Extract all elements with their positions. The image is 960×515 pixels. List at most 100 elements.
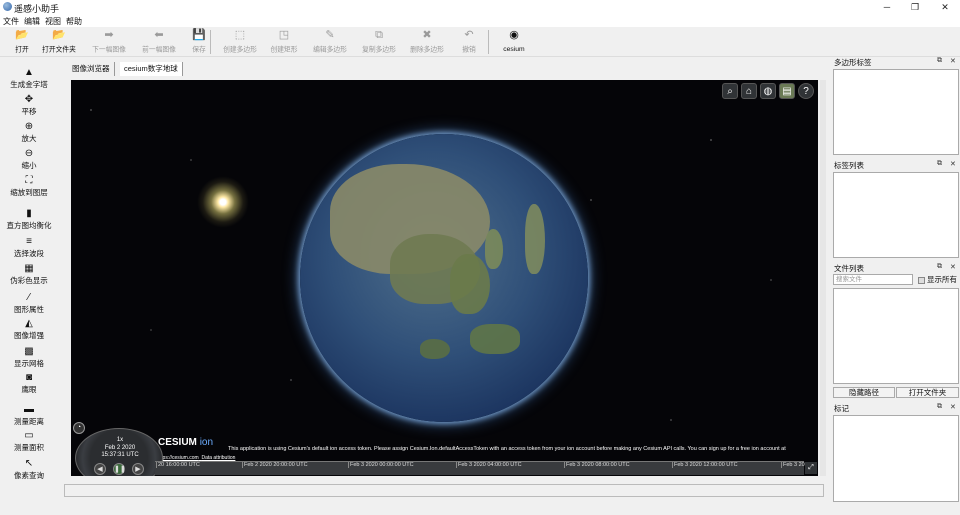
checkbox-icon[interactable] (918, 276, 925, 284)
close-icon[interactable]: ✕ (950, 160, 956, 168)
toolbar: 📂 打开 📂 打开文件夹 ➡ 下一幅图像 ⬅ 前一幅图像 💾 保存 ⬚ 创建多边形 ◳ 创建矩形 ✎ 编辑多边… (0, 27, 960, 57)
toolbar-delete-polygon-button[interactable]: ✖ 删除多边形 (405, 27, 449, 57)
float-icon[interactable]: ⧉ (937, 263, 942, 271)
measure-distance-icon: ▬ (24, 404, 34, 415)
zoom-in-icon: ⊕ (24, 121, 34, 132)
close-icon[interactable]: ✕ (950, 403, 956, 411)
animation-time: 15:37:31 UTC (101, 452, 139, 458)
tool-enhance[interactable]: ◭ 图像增强 (0, 318, 58, 342)
pan-icon: ✥ (24, 94, 34, 105)
ion-token-notice: This application is using Cesium's defau… (228, 446, 786, 452)
polygon-icon: ⬚ (234, 29, 246, 41)
toolbar-edit-polygon-button[interactable]: ✎ 编辑多边形 (308, 27, 352, 57)
timeline-tick: Feb 3 20 (781, 462, 805, 468)
open-folder-button[interactable]: 打开文件夹 (896, 387, 959, 398)
close-icon[interactable]: ✕ (950, 263, 956, 271)
menu-view[interactable]: 视图 (45, 16, 61, 27)
panel-polygon-labels: 多边形标签 ⧉ ✕ (832, 57, 960, 157)
toolbar-rectangle-button[interactable]: ◳ 创建矩形 (262, 27, 306, 57)
menu-edit[interactable]: 编辑 (24, 16, 40, 27)
tool-eagle-eye[interactable]: ◙ 鹰眼 (0, 372, 58, 396)
tool-label: 测量距离 (14, 417, 44, 426)
timeline-tick: 20 16:00:00 UTC (156, 462, 200, 468)
copy-polygon-icon: ⧉ (375, 29, 383, 41)
cesium-icon: ◉ (509, 29, 519, 41)
play-reverse-icon[interactable]: ◀ (94, 463, 106, 475)
close-button[interactable]: ✕ (930, 0, 960, 15)
toolbar-cesium-button[interactable]: ◉ cesium (492, 27, 536, 57)
tab-image-browser[interactable]: 图像浏览器 (68, 62, 115, 76)
left-toolbox: ▲ 生成金字塔 ✥ 平移 ⊕ 放大 ⊖ 缩小 ⛶ 缩放到图层 ▮ 直方图均衡化 ≡ 选择波段 ▦ 伪彩色显示 ⁄… (0, 62, 58, 492)
minimize-button[interactable]: ─ (872, 0, 902, 15)
viewer-scrollbar[interactable] (820, 80, 826, 476)
animation-datetime: Feb 2 2020 15:37:31 UTC (76, 445, 164, 459)
float-icon[interactable]: ⧉ (937, 160, 942, 168)
toolbar-button-label: 保存 (192, 45, 206, 54)
delete-polygon-icon: ✖ (422, 29, 432, 41)
tool-measure-area[interactable]: ▭ 测量面积 (0, 430, 58, 454)
toolbar-separator (488, 30, 489, 54)
tool-histogram[interactable]: ▮ 直方图均衡化 (0, 208, 58, 232)
tool-grid[interactable]: ▩ 显示网格 (0, 346, 58, 370)
close-icon[interactable]: ✕ (950, 57, 956, 65)
fullscreen-icon[interactable]: ⤢ (805, 462, 817, 474)
layers-icon[interactable]: ▤ (779, 83, 795, 99)
toolbar-button-label: 创建多边形 (223, 45, 257, 54)
sun (197, 176, 249, 228)
tool-measure-distance[interactable]: ▬ 测量距离 (0, 404, 58, 428)
hide-path-button[interactable]: 隐藏路径 (833, 387, 895, 398)
show-all-label: 显示所有 (927, 275, 957, 284)
cesium-viewer[interactable]: ⌕ ⌂ ◍ ▤ ? CESIUM ion This application is… (71, 80, 818, 476)
cesium-ion-logo[interactable]: CESIUM ion (158, 437, 213, 448)
globe[interactable] (300, 134, 588, 422)
float-icon[interactable]: ⧉ (937, 403, 942, 411)
ion-logo-suffix: ion (199, 437, 214, 448)
tool-pan[interactable]: ✥ 平移 (0, 94, 58, 118)
label-list[interactable] (833, 172, 959, 258)
float-icon[interactable]: ⧉ (937, 57, 942, 65)
play-forward-icon[interactable]: ▶ (132, 463, 144, 475)
tool-zoom-in[interactable]: ⊕ 放大 (0, 121, 58, 145)
tool-zoom-layer[interactable]: ⛶ 缩放到图层 (0, 175, 58, 199)
tab-bar: 图像浏览器 cesium数字地球 (66, 62, 826, 76)
file-list[interactable] (833, 288, 959, 384)
menu-file[interactable]: 文件 (3, 16, 19, 27)
search-icon[interactable]: ⌕ (722, 83, 738, 99)
tool-band[interactable]: ≡ 选择波段 (0, 236, 58, 260)
panel-label-list: 标签列表 ⧉ ✕ (832, 160, 960, 260)
toolbar-undo-button[interactable]: ↶ 撤销 (447, 27, 491, 57)
toolbar-save-button[interactable]: 💾 保存 (177, 27, 221, 57)
timeline-tick: Feb 3 2020 00:00:00 UTC (348, 462, 414, 468)
tool-pseudocolor[interactable]: ▦ 伪彩色显示 (0, 263, 58, 287)
tool-pyramid[interactable]: ▲ 生成金字塔 (0, 67, 58, 91)
polygon-label-list[interactable] (833, 69, 959, 155)
animation-date: Feb 2 2020 (104, 445, 136, 451)
timeline-tick: Feb 3 2020 04:00:00 UTC (456, 462, 522, 468)
clock-icon[interactable]: ◔ (73, 422, 85, 434)
band-icon: ≡ (26, 236, 32, 247)
toolbar-arrow-right-button[interactable]: ➡ 下一幅图像 (87, 27, 131, 57)
toolbar-button-label: 编辑多边形 (313, 45, 347, 54)
maximize-button[interactable]: ❐ (900, 0, 930, 15)
tab-cesium-globe[interactable]: cesium数字地球 (120, 62, 183, 76)
help-icon[interactable]: ? (798, 83, 814, 99)
toolbar-open-folder-button[interactable]: 📂 打开文件夹 (37, 27, 81, 57)
show-all-checkbox[interactable]: 显示所有 (918, 274, 957, 285)
grid-icon: ▩ (24, 346, 34, 357)
window-title: 遥感小助手 (14, 4, 60, 14)
pause-icon[interactable]: ❚❚ (113, 463, 126, 475)
toolbar-arrow-left-button[interactable]: ⬅ 前一幅图像 (137, 27, 181, 57)
marks-list[interactable] (833, 415, 959, 502)
home-icon[interactable]: ⌂ (741, 83, 757, 99)
tool-zoom-out[interactable]: ⊖ 缩小 (0, 148, 58, 172)
tool-properties[interactable]: ⁄ 图形属性 (0, 292, 58, 316)
tool-pixel-query[interactable]: ↖ 像素查询 (0, 458, 58, 482)
globe-mode-icon[interactable]: ◍ (760, 83, 776, 99)
menu-help[interactable]: 帮助 (66, 16, 82, 27)
file-search-input[interactable]: 搜索文件 (833, 274, 913, 285)
rectangle-icon: ◳ (278, 29, 290, 41)
timeline[interactable]: 20 16:00:00 UTC Feb 2 2020 20:00:00 UTC Fe… (155, 461, 805, 475)
toolbar-copy-polygon-button[interactable]: ⧉ 复制多边形 (357, 27, 401, 57)
toolbar-polygon-button[interactable]: ⬚ 创建多边形 (218, 27, 262, 57)
tool-label: 伪彩色显示 (10, 276, 48, 285)
